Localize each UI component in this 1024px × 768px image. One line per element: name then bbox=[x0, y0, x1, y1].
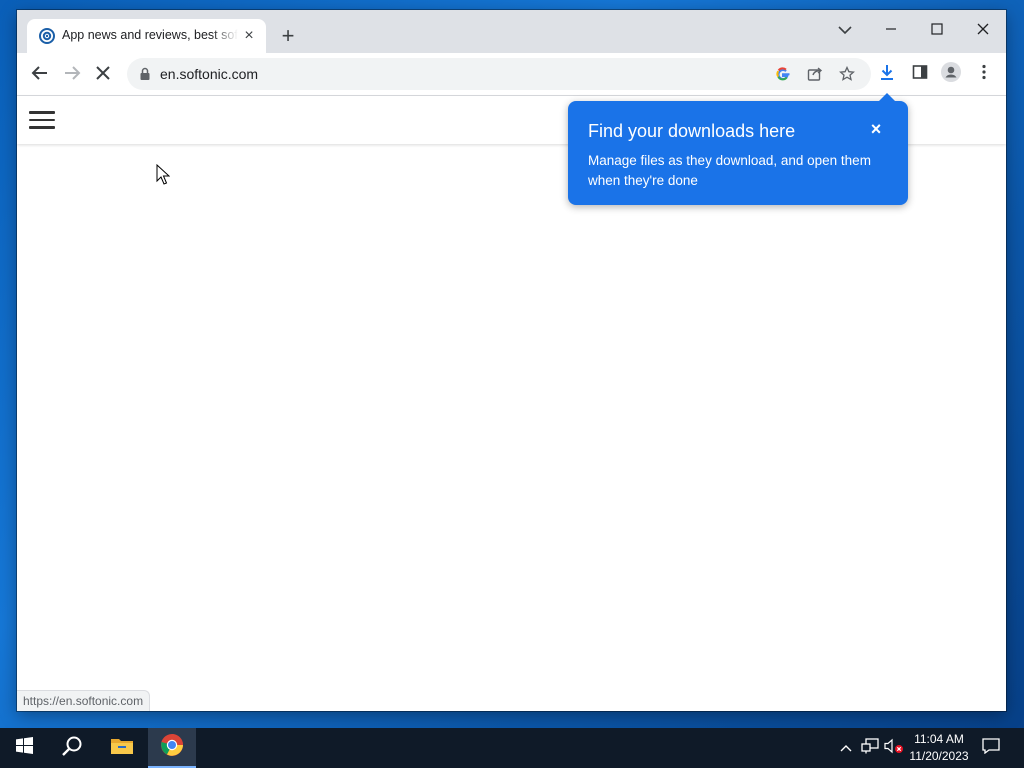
back-arrow-icon bbox=[31, 64, 49, 87]
tab-close-button[interactable]: × bbox=[240, 27, 258, 45]
bubble-body: Manage files as they download, and open … bbox=[588, 153, 871, 188]
star-icon[interactable] bbox=[838, 65, 856, 83]
stop-loading-button[interactable] bbox=[91, 63, 115, 87]
google-lens-icon[interactable] bbox=[774, 65, 792, 83]
side-panel-button[interactable] bbox=[910, 64, 930, 84]
hamburger-menu-icon[interactable] bbox=[29, 111, 55, 131]
close-window-button[interactable] bbox=[960, 16, 1006, 46]
bubble-arrow bbox=[878, 93, 896, 102]
mouse-cursor-icon bbox=[156, 163, 171, 186]
share-icon[interactable] bbox=[806, 65, 824, 83]
notification-icon bbox=[982, 737, 1000, 759]
download-button[interactable] bbox=[877, 64, 897, 84]
chrome-taskbar-button[interactable] bbox=[148, 728, 196, 768]
taskbar: 11:04 AM 11/20/2023 bbox=[0, 728, 1024, 768]
bubble-close-button[interactable]: × bbox=[866, 119, 886, 139]
network-button[interactable] bbox=[860, 737, 880, 759]
volume-muted-icon bbox=[884, 738, 904, 759]
softonic-logo-icon bbox=[39, 28, 55, 44]
minimize-button[interactable] bbox=[868, 16, 914, 46]
stop-loading-icon bbox=[95, 65, 111, 86]
start-windows-icon bbox=[15, 737, 33, 759]
show-hidden-icons-button[interactable] bbox=[836, 738, 856, 758]
address-bar[interactable]: en.softonic.com bbox=[127, 58, 871, 90]
maximize-button[interactable] bbox=[914, 16, 960, 46]
system-clock[interactable]: 11:04 AM 11/20/2023 bbox=[903, 731, 975, 765]
profile-avatar-icon bbox=[941, 61, 961, 87]
title-bar: App news and reviews, best software down… bbox=[17, 10, 1006, 53]
start-button[interactable] bbox=[0, 728, 48, 768]
bubble-title: Find your downloads here bbox=[588, 121, 796, 141]
status-bubble-url: https://en.softonic.com bbox=[17, 690, 151, 711]
search-icon bbox=[61, 735, 83, 762]
kebab-menu-icon bbox=[982, 64, 986, 85]
file-explorer-icon bbox=[110, 736, 134, 761]
minimize-icon bbox=[885, 22, 897, 40]
browser-toolbar: en.softonic.com bbox=[17, 53, 1006, 96]
tab-search-button[interactable] bbox=[822, 16, 868, 46]
action-center-button[interactable] bbox=[981, 737, 1001, 759]
search-button[interactable] bbox=[48, 728, 96, 768]
download-bubble-popup: Find your downloads here × Manage files … bbox=[568, 93, 908, 205]
chrome-menu-button[interactable] bbox=[974, 64, 994, 84]
tab-title: App news and reviews, best software down… bbox=[62, 28, 238, 42]
tab-active[interactable]: App news and reviews, best software down… bbox=[27, 19, 266, 53]
lock-icon[interactable] bbox=[136, 65, 154, 83]
chevron-down-icon bbox=[838, 22, 852, 40]
network-icon bbox=[861, 737, 879, 759]
url-text[interactable]: en.softonic.com bbox=[160, 65, 258, 83]
side-panel-icon bbox=[912, 64, 928, 85]
back-button[interactable] bbox=[28, 63, 52, 87]
clock-time: 11:04 AM bbox=[914, 732, 964, 746]
download-icon bbox=[878, 63, 896, 86]
chrome-icon bbox=[160, 733, 184, 762]
maximize-icon bbox=[931, 22, 943, 40]
forward-arrow-icon bbox=[63, 64, 81, 87]
profile-button[interactable] bbox=[941, 61, 961, 87]
chevron-up-icon bbox=[840, 739, 852, 757]
file-explorer-button[interactable] bbox=[98, 728, 146, 768]
clock-date: 11/20/2023 bbox=[909, 749, 969, 763]
volume-button[interactable] bbox=[884, 738, 904, 758]
forward-button[interactable] bbox=[60, 63, 84, 87]
close-icon bbox=[977, 22, 989, 40]
new-tab-button[interactable]: + bbox=[276, 25, 300, 49]
